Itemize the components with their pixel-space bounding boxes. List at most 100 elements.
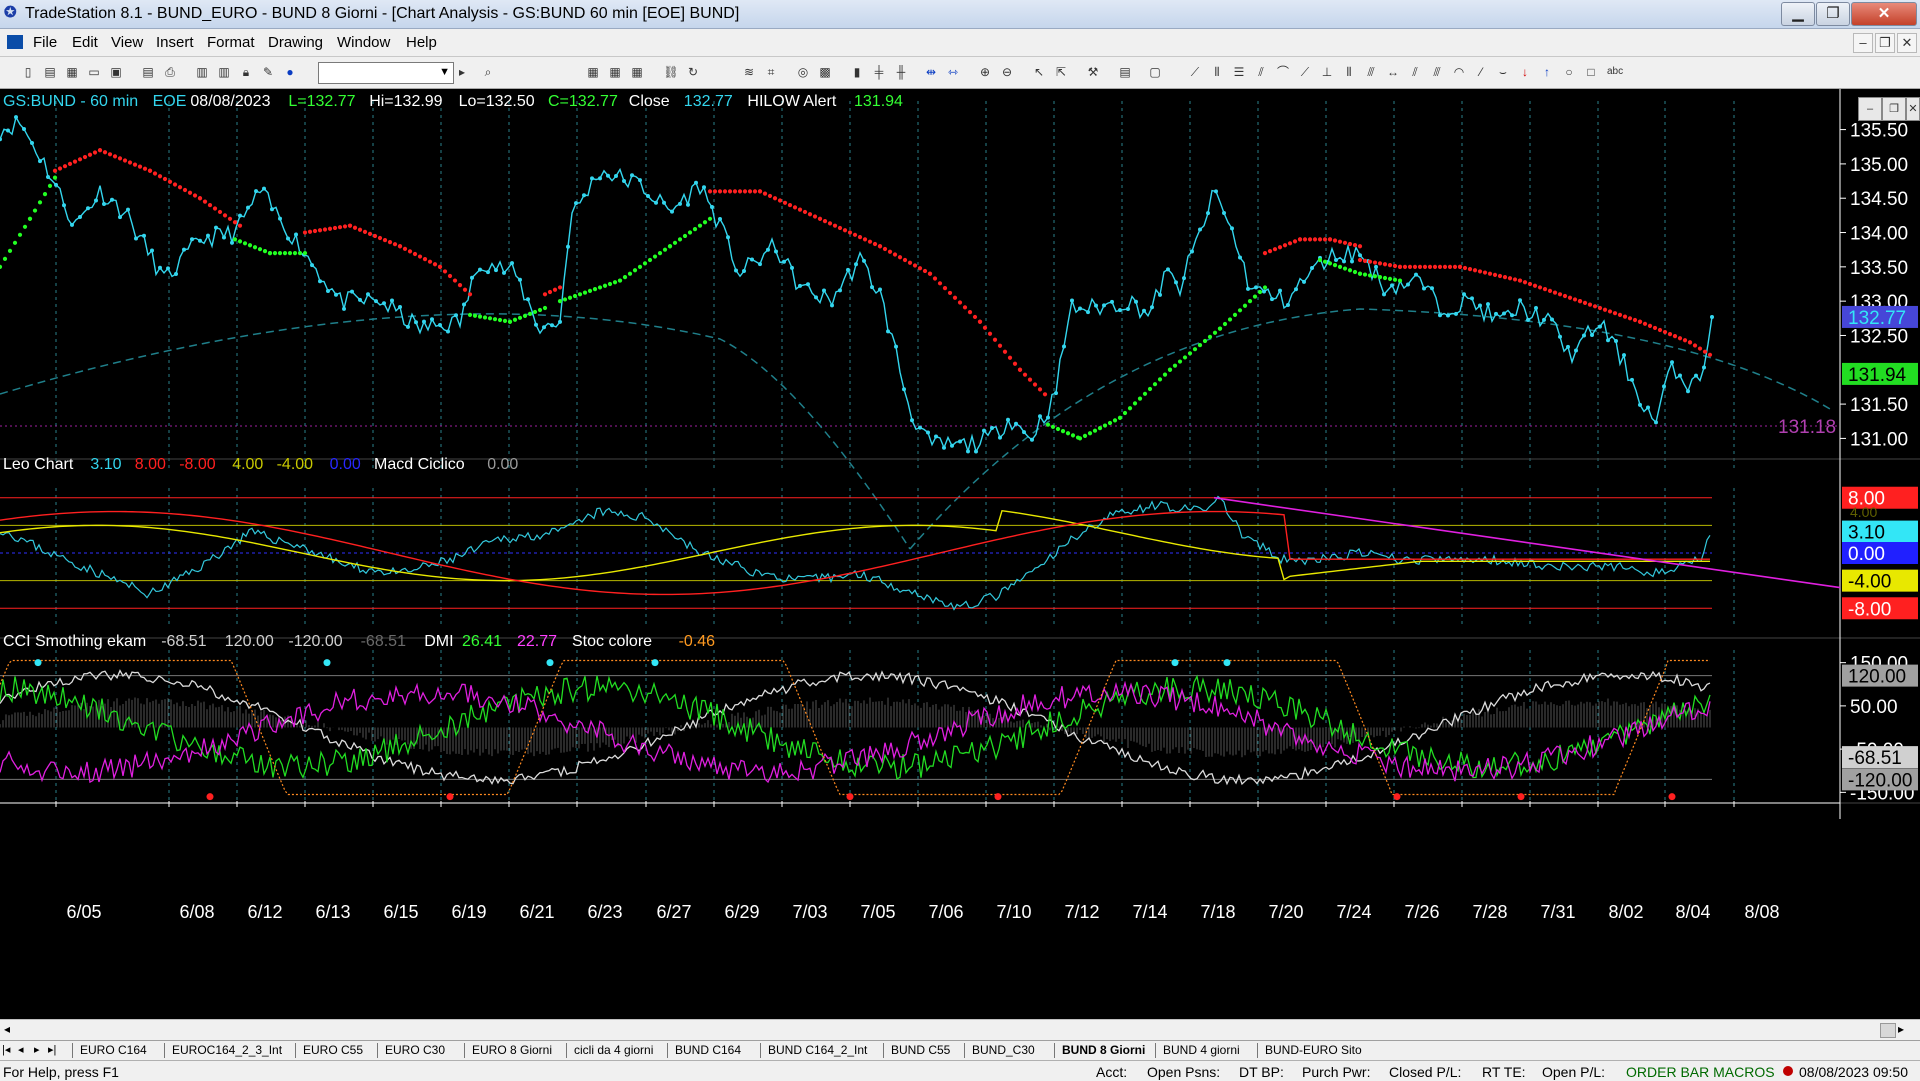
tab-nav-first-icon[interactable]: |◂: [2, 1043, 10, 1056]
text-icon[interactable]: abc: [1607, 64, 1623, 80]
pencil-icon[interactable]: ⁄: [1473, 64, 1489, 80]
menu-edit[interactable]: Edit: [72, 34, 98, 51]
panel-close-button[interactable]: ✕: [1906, 97, 1920, 121]
scroll-thumb[interactable]: [1880, 1023, 1896, 1038]
minimize-button[interactable]: ▁: [1781, 2, 1815, 26]
open-workspace-icon[interactable]: ▦: [64, 64, 80, 80]
doc-close-icon[interactable]: ✕: [1897, 33, 1917, 53]
properties-icon[interactable]: ▢: [1147, 64, 1163, 80]
print-icon[interactable]: ⎙: [162, 64, 178, 80]
andrews-icon[interactable]: ⫻: [1363, 64, 1379, 80]
new-workspace-icon[interactable]: ▭: [86, 64, 102, 80]
speed-icon[interactable]: ⫻: [1429, 64, 1445, 80]
menu-file[interactable]: File: [33, 34, 57, 51]
arc-icon[interactable]: ◠: [1451, 64, 1467, 80]
menu-drawing[interactable]: Drawing: [268, 34, 323, 51]
panel-minimize-button[interactable]: –: [1858, 97, 1882, 121]
maximize-button[interactable]: ❐: [1816, 2, 1850, 26]
new-icon[interactable]: ▯: [20, 64, 36, 80]
tab-nav-last-icon[interactable]: ▸|: [48, 1043, 56, 1056]
price-point: [934, 434, 938, 439]
horizontal-lines-icon[interactable]: ☰: [1231, 64, 1247, 80]
fib-icon[interactable]: ⊥: [1319, 64, 1335, 80]
close-button[interactable]: ✕: [1851, 2, 1917, 26]
tab-3[interactable]: EURO C30: [385, 1043, 445, 1058]
print-preview-icon[interactable]: ▤: [140, 64, 156, 80]
save-icon[interactable]: ▣: [108, 64, 124, 80]
ohlc-icon[interactable]: ╫: [893, 64, 909, 80]
parallel-icon[interactable]: ⫽: [1407, 64, 1423, 80]
grid-icon[interactable]: ▦: [585, 64, 601, 80]
doc-restore-icon[interactable]: ❐: [1875, 33, 1895, 53]
arrow-up-icon[interactable]: ↑: [1539, 64, 1555, 80]
symbol-combo[interactable]: ▼: [318, 62, 454, 84]
tab-11[interactable]: BUND 4 giorni: [1163, 1043, 1240, 1058]
arrow-line-icon[interactable]: ↔: [1385, 64, 1401, 80]
menu-view[interactable]: View: [111, 34, 143, 51]
ellipse-icon[interactable]: ○: [1561, 64, 1577, 80]
rectangle-icon[interactable]: □: [1583, 64, 1599, 80]
find-icon[interactable]: ⌕: [480, 64, 496, 80]
chart-area[interactable]: GS:BUND - 60 min EOE 08/08/2023 L=132.77 Hi=…: [0, 89, 1920, 1025]
tab-nav-next-icon[interactable]: ▸: [34, 1043, 40, 1056]
tab-12[interactable]: BUND-EURO Sito: [1265, 1043, 1362, 1058]
arrow-right-icon[interactable]: ▸: [454, 64, 470, 80]
fib-fan-icon[interactable]: ⟋: [1297, 64, 1313, 80]
menu-insert[interactable]: Insert: [156, 34, 194, 51]
gann-icon[interactable]: ⌒: [1275, 64, 1291, 80]
indicator-icon[interactable]: ≋: [741, 64, 757, 80]
refresh-icon[interactable]: ↻: [685, 64, 701, 80]
tab-7[interactable]: BUND C164_2_Int: [768, 1043, 867, 1058]
tab-nav-prev-icon[interactable]: ◂: [18, 1043, 24, 1056]
tab-8[interactable]: BUND C55: [891, 1043, 950, 1058]
cascade-icon[interactable]: ▥: [194, 64, 210, 80]
color-icon[interactable]: ●: [282, 64, 298, 80]
lock-icon[interactable]: 🔒︎: [238, 64, 254, 80]
fib-time-icon[interactable]: ⦀: [1341, 64, 1357, 80]
pointer-icon[interactable]: ↖: [1031, 64, 1047, 80]
tab-10[interactable]: BUND 8 Giorni: [1062, 1043, 1145, 1058]
radar-icon[interactable]: ◎: [795, 64, 811, 80]
tab-5[interactable]: cicli da 4 giorni: [574, 1043, 653, 1058]
quote-icon[interactable]: ▩: [817, 64, 833, 80]
horizontal-scrollbar[interactable]: ◂ ▸: [0, 1019, 1920, 1040]
expand-icon[interactable]: ⇿: [945, 64, 961, 80]
channel-icon[interactable]: ⫽: [1253, 64, 1269, 80]
tab-2[interactable]: EURO C55: [303, 1043, 363, 1058]
arrow-down-icon[interactable]: ↓: [1517, 64, 1533, 80]
tab-6[interactable]: BUND C164: [675, 1043, 741, 1058]
draw-icon[interactable]: ✎: [260, 64, 276, 80]
strategy-icon[interactable]: ⌗: [763, 64, 779, 80]
menu-format[interactable]: Format: [207, 34, 255, 51]
chart-svg[interactable]: GS:BUND - 60 min EOE 08/08/2023 L=132.77 Hi=…: [0, 89, 1920, 1019]
tab-9[interactable]: BUND_C30: [972, 1043, 1035, 1058]
grid2-icon[interactable]: ▦: [607, 64, 623, 80]
scroll-right-icon[interactable]: ▸: [1898, 1022, 1904, 1036]
tab-0[interactable]: EURO C164: [80, 1043, 147, 1058]
bar-icon[interactable]: ╪: [871, 64, 887, 80]
zoom-out-icon[interactable]: ⊖: [999, 64, 1015, 80]
tab-1[interactable]: EUROC164_2_3_Int: [172, 1043, 282, 1058]
doc-minimize-icon[interactable]: –: [1853, 33, 1873, 53]
tab-4[interactable]: EURO 8 Giorni: [472, 1043, 552, 1058]
table-icon[interactable]: ▦: [629, 64, 645, 80]
menu-help[interactable]: Help: [406, 34, 437, 51]
zoom-in-icon[interactable]: ⊕: [977, 64, 993, 80]
candle-icon[interactable]: ▮: [849, 64, 865, 80]
format-icon[interactable]: ▤: [1117, 64, 1133, 80]
vertical-lines-icon[interactable]: ⦀: [1209, 64, 1225, 80]
open-icon[interactable]: ▤: [42, 64, 58, 80]
cci-signal-dot: [323, 659, 331, 667]
menu-window[interactable]: Window: [337, 34, 390, 51]
compress-icon[interactable]: ⇹: [923, 64, 939, 80]
tools-icon[interactable]: ⚒: [1085, 64, 1101, 80]
scroll-left-icon[interactable]: ◂: [4, 1022, 10, 1036]
chart-link-icon[interactable]: ⛓: [663, 64, 679, 80]
pointer-data-icon[interactable]: ⇱: [1053, 64, 1069, 80]
panel-restore-button[interactable]: ❐: [1882, 97, 1906, 121]
trendline-icon[interactable]: ⟋: [1187, 64, 1203, 80]
price-point: [1190, 249, 1194, 254]
status-macros[interactable]: ORDER BAR MACROS: [1626, 1064, 1775, 1080]
tile-icon[interactable]: ▥: [216, 64, 232, 80]
curve-icon[interactable]: ⌣: [1495, 64, 1511, 80]
